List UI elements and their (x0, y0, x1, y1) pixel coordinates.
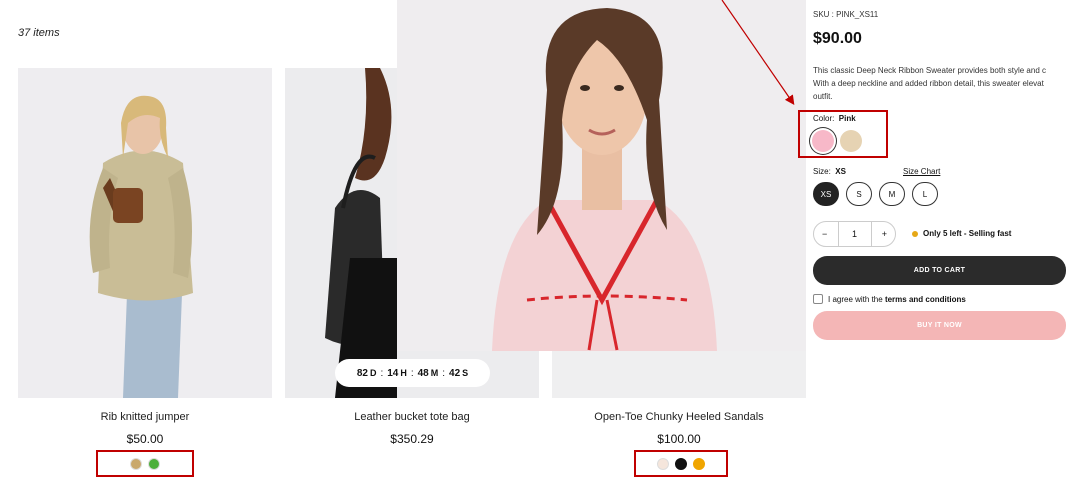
add-to-cart-button[interactable]: ADD TO CART (813, 256, 1066, 285)
terms-checkbox[interactable] (813, 294, 823, 304)
buy-now-button[interactable]: BUY IT NOW (813, 311, 1066, 340)
color-swatch-pink[interactable] (812, 130, 834, 152)
size-option-s[interactable]: S (846, 182, 872, 206)
description-line: outfit. (813, 92, 833, 101)
quantity-increase-button[interactable]: + (882, 229, 887, 239)
stock-text: Only 5 left - Selling fast (923, 229, 1012, 238)
product-price-main: $90.00 (813, 30, 862, 47)
size-chart-link[interactable]: Size Chart (903, 167, 940, 176)
color-swatch-beige[interactable] (840, 130, 862, 152)
sku: SKU : PINK_XS11 (813, 10, 879, 19)
description-line: With a deep neckline and added ribbon de… (813, 79, 1044, 88)
terms-link[interactable]: terms and conditions (885, 295, 966, 304)
product-description: This classic Deep Neck Ribbon Sweater pr… (813, 64, 1066, 103)
size-option-l[interactable]: L (912, 182, 938, 206)
terms-prefix: I agree with the (828, 294, 883, 304)
stock-indicator: Only 5 left - Selling fast (912, 229, 1011, 238)
size-value: XS (835, 167, 846, 176)
size-option-m[interactable]: M (879, 182, 905, 206)
size-label: Size: XS (813, 167, 846, 176)
stock-dot-icon (912, 230, 918, 237)
size-option-xs[interactable]: XS (813, 182, 839, 206)
quantity-decrease-button[interactable]: − (822, 229, 827, 239)
quantity-stepper: − 1 + (813, 221, 896, 247)
size-label-text: Size: (813, 167, 831, 176)
description-line: This classic Deep Neck Ribbon Sweater pr… (813, 66, 1046, 75)
quantity-input[interactable]: 1 (837, 221, 872, 247)
terms-agreement: I agree with the terms and conditions (813, 294, 966, 304)
